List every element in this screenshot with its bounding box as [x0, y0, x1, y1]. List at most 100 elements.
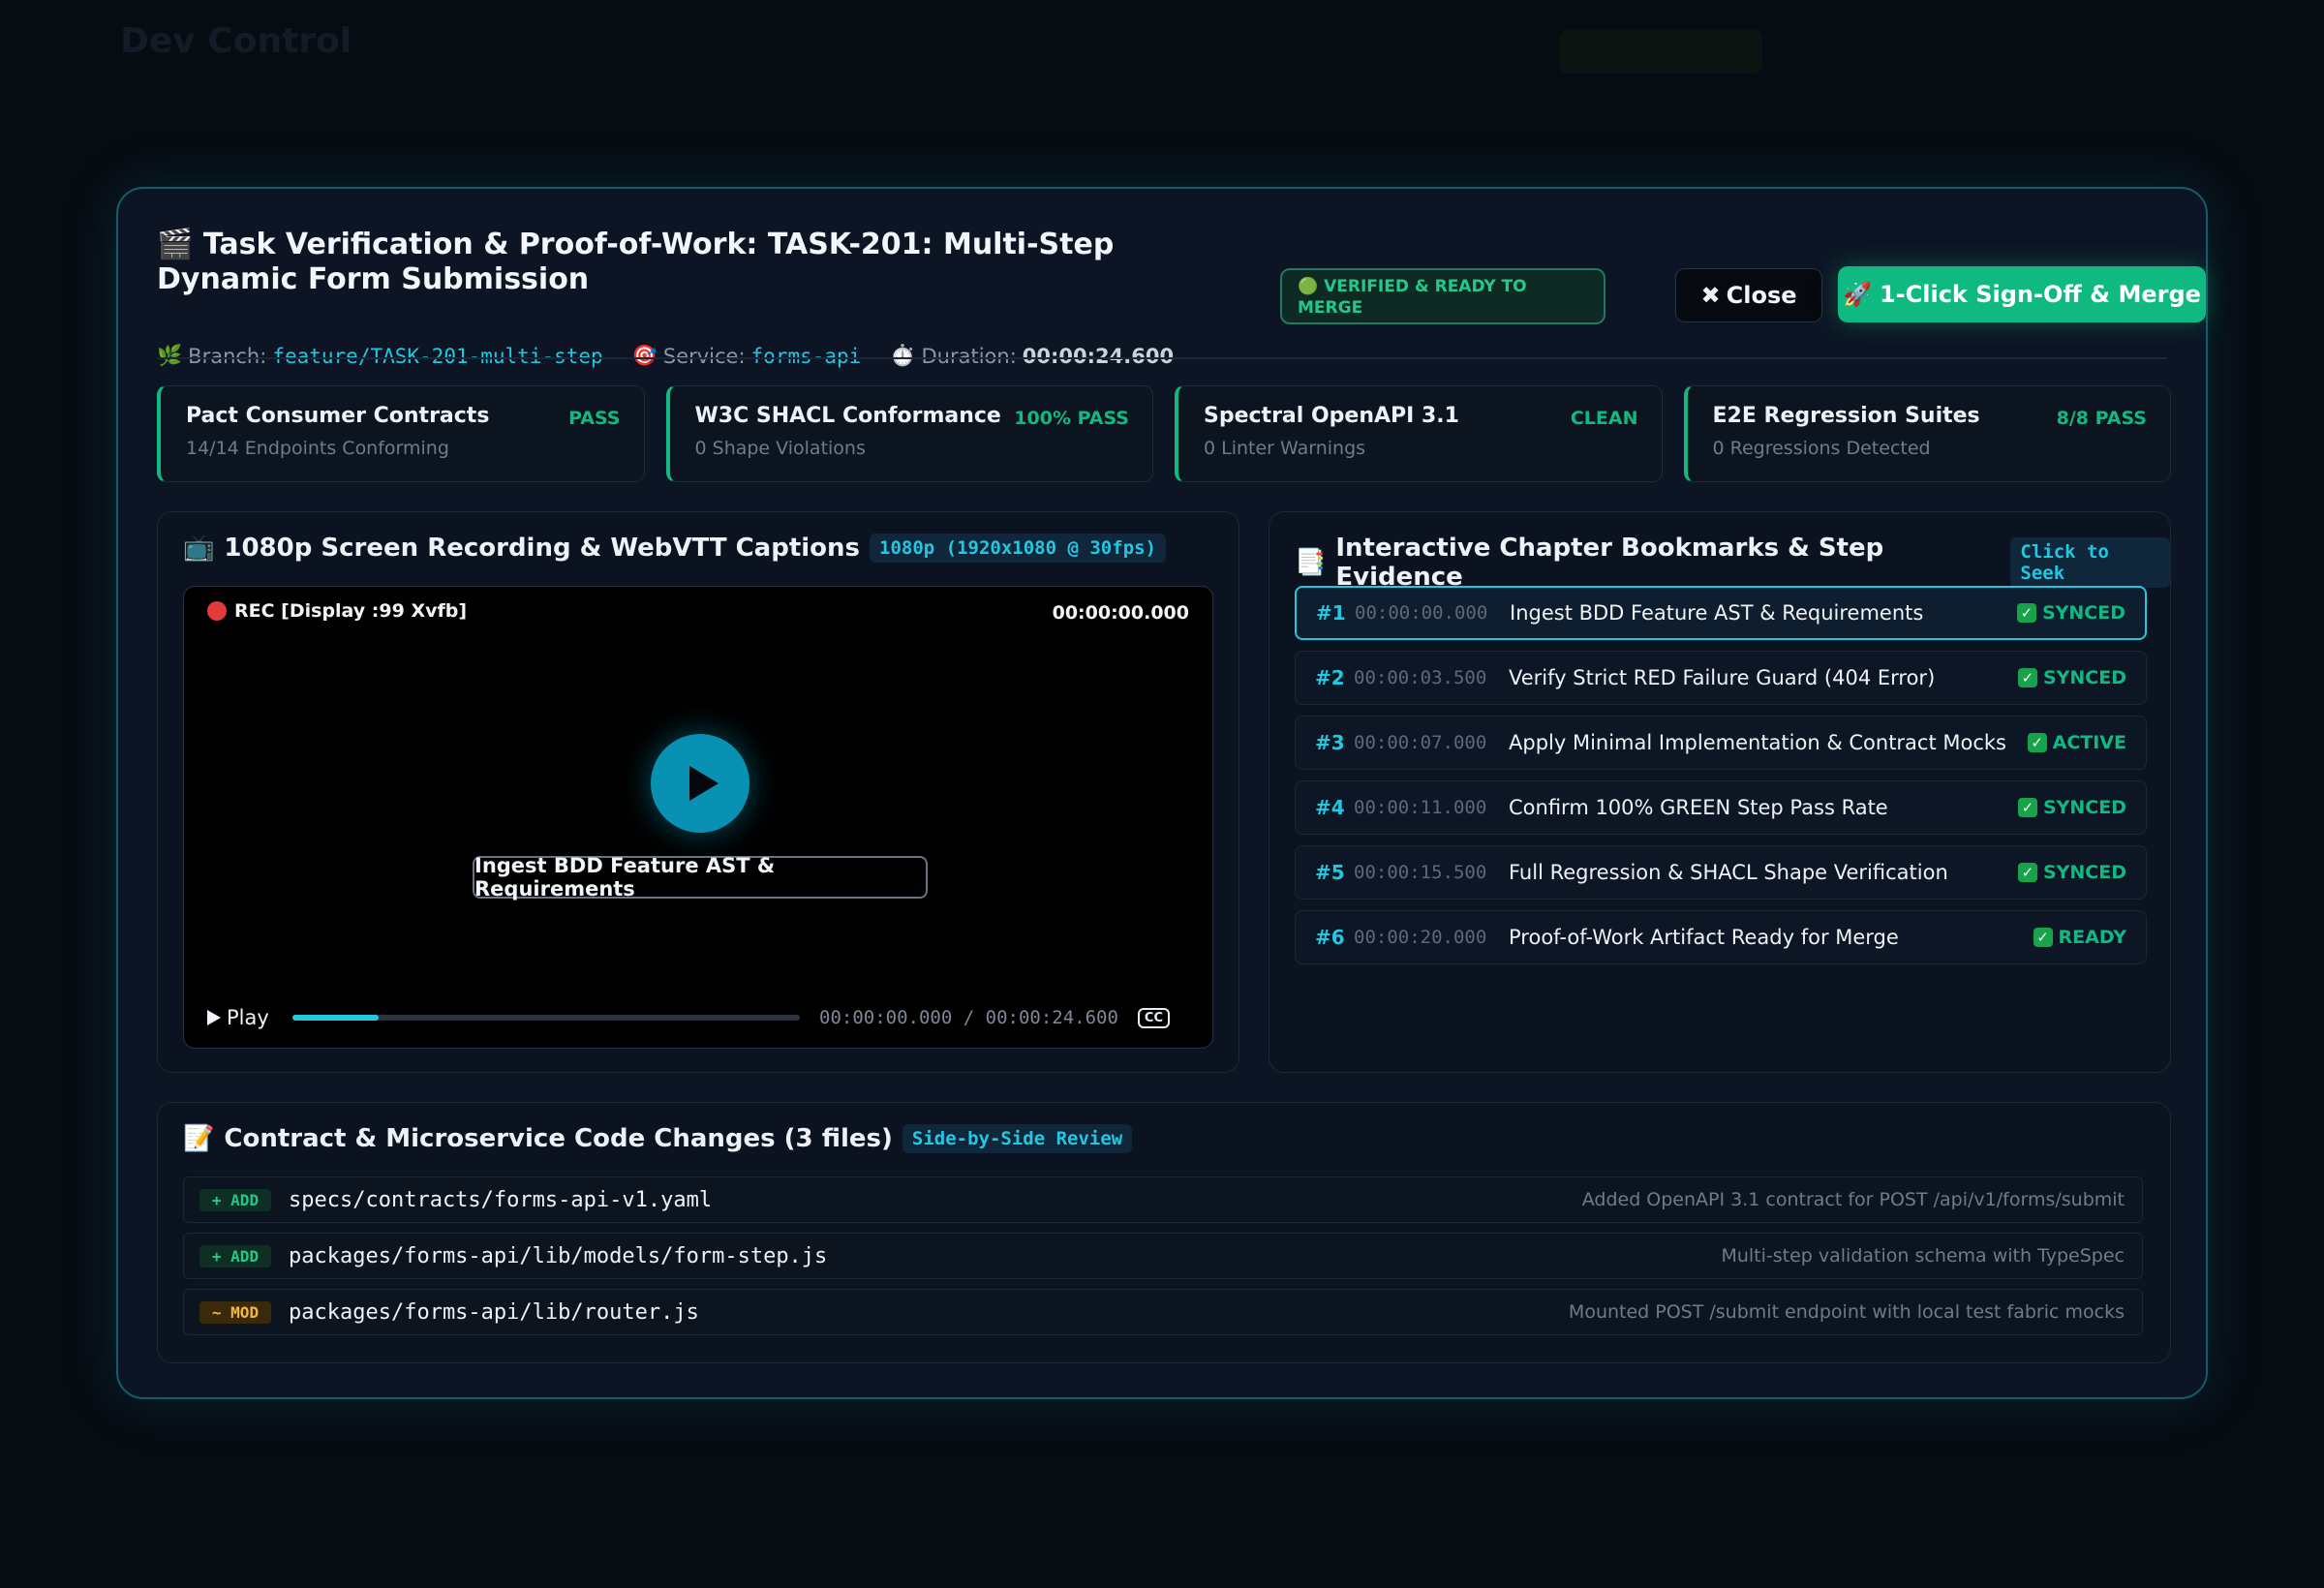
video-time-readout: 00:00:00.000 / 00:00:24.600 [819, 1007, 1118, 1028]
close-button-label: Close [1726, 282, 1797, 309]
chapter-status-label: SYNCED [2041, 602, 2125, 624]
file-row[interactable]: + ADD packages/forms-api/lib/models/form… [183, 1233, 2143, 1279]
merge-button-label: 1-Click Sign-Off & Merge [1879, 281, 2201, 308]
chapter-time: 00:00:03.500 [1354, 667, 1487, 688]
chapter-item[interactable]: #2 00:00:03.500 Verify Strict RED Failur… [1295, 651, 2147, 705]
chapter-number: #3 [1315, 731, 1345, 754]
check-summary: Pact Consumer Contracts PASS 14/14 Endpo… [157, 385, 2171, 482]
rec-indicator: REC [Display :99 Xvfb] [207, 600, 467, 622]
video-caption: Ingest BDD Feature AST & Requirements [473, 854, 928, 901]
modal-title-text: Task Verification & Proof-of-Work: TASK-… [157, 228, 1115, 296]
check-status: 8/8 PASS [2056, 408, 2147, 429]
file-path: packages/forms-api/lib/router.js [289, 1299, 699, 1325]
chapter-time: 00:00:20.000 [1354, 927, 1487, 948]
chapter-label: Full Regression & SHACL Shape Verificati… [1509, 861, 1948, 884]
check-status: PASS [568, 408, 621, 429]
seek-bar[interactable] [292, 1015, 800, 1021]
check-mark-icon: ✓ [2016, 603, 2036, 623]
check-mark-icon: ✓ [2027, 733, 2047, 752]
chapter-number: #2 [1315, 666, 1345, 689]
check-card-e2e: E2E Regression Suites 8/8 PASS 0 Regress… [1683, 385, 2171, 482]
duration-value: 00:00:24.600 [1022, 344, 1175, 368]
close-icon: ✖ [1700, 282, 1721, 309]
chapters-panel-title: Interactive Chapter Bookmarks & Step Evi… [1335, 534, 1884, 592]
chapter-status-label: ACTIVE [2052, 732, 2126, 753]
chapter-status: ✓ SYNCED [2017, 862, 2126, 883]
chapter-status: ✓ SYNCED [2017, 797, 2126, 818]
time-total: 00:00:24.600 [985, 1007, 1118, 1028]
check-detail: 14/14 Endpoints Conforming [186, 438, 449, 459]
modal-header: 🎬 Task Verification & Proof-of-Work: TAS… [157, 228, 2206, 368]
service-label: Service: [662, 344, 746, 368]
close-button[interactable]: ✖ Close [1675, 268, 1822, 322]
file-description: Added OpenAPI 3.1 contract for POST /api… [1581, 1189, 2125, 1210]
play-overlay-button[interactable] [651, 734, 749, 833]
chapter-status-label: SYNCED [2042, 667, 2126, 688]
chapter-status-label: READY [2058, 927, 2126, 948]
file-row[interactable]: ~ MOD packages/forms-api/lib/router.js M… [183, 1289, 2143, 1335]
status-badge-label: VERIFIED & READY TO MERGE [1298, 277, 1527, 318]
header-divider [157, 357, 2167, 359]
chapter-item[interactable]: #4 00:00:11.000 Confirm 100% GREEN Step … [1295, 780, 2147, 835]
click-to-seek-pill: Click to Seek [2010, 537, 2170, 588]
chapter-item[interactable]: #1 00:00:00.000 Ingest BDD Feature AST &… [1295, 586, 2147, 640]
verification-modal: 🎬 Task Verification & Proof-of-Work: TAS… [116, 187, 2208, 1399]
chapter-item[interactable]: #3 00:00:07.000 Apply Minimal Implementa… [1295, 716, 2147, 770]
memo-icon: 📝 [183, 1124, 215, 1153]
check-detail: 0 Shape Violations [694, 438, 866, 459]
chapter-status: ✓ SYNCED [2016, 602, 2125, 624]
task-meta: 🌿 Branch: feature/TASK-201-multi-step 🎯 … [157, 344, 1174, 368]
check-mark-icon: ✓ [2017, 798, 2037, 817]
rec-label: REC [Display :99 Xvfb] [234, 600, 468, 622]
file-description: Multi-step validation schema with TypeSp… [1721, 1245, 2125, 1267]
chapter-item[interactable]: #5 00:00:15.500 Full Regression & SHACL … [1295, 845, 2147, 900]
chapter-label: Apply Minimal Implementation & Contract … [1509, 731, 2006, 754]
green-dot-icon: 🟢 [1298, 277, 1319, 296]
play-button[interactable]: Play [207, 1006, 292, 1029]
target-icon: 🎯 [631, 344, 657, 367]
code-changes-panel: 📝 Contract & Microservice Code Changes (… [157, 1102, 2171, 1363]
record-dot-icon [207, 601, 227, 621]
rocket-icon: 🚀 [1843, 281, 1872, 308]
background-brand: Dev Control [120, 21, 352, 61]
code-changes-title: Contract & Microservice Code Changes (3 … [224, 1124, 893, 1153]
seek-bar-progress [292, 1015, 380, 1021]
recording-panel-title: 1080p Screen Recording & WebVTT Captions [224, 534, 861, 563]
time-current: 00:00:00.000 [819, 1007, 953, 1028]
clapper-icon: 🎬 [157, 228, 194, 261]
check-name: Pact Consumer Contracts [186, 404, 490, 428]
stopwatch-icon: ⏱️ [890, 344, 916, 367]
video-controls: Play 00:00:00.000 / 00:00:24.600 CC [207, 1003, 1191, 1032]
chapter-item[interactable]: #6 00:00:20.000 Proof-of-Work Artifact R… [1295, 910, 2147, 964]
captions-toggle[interactable]: CC [1137, 1007, 1171, 1028]
chapter-time: 00:00:11.000 [1354, 797, 1487, 818]
check-mark-icon: ✓ [2033, 928, 2053, 947]
file-row[interactable]: + ADD specs/contracts/forms-api-v1.yaml … [183, 1176, 2143, 1223]
play-small-icon [207, 1010, 221, 1025]
chapter-status: ✓ SYNCED [2017, 667, 2126, 688]
bookmark-tabs-icon: 📑 [1295, 548, 1327, 577]
chapter-time: 00:00:07.000 [1354, 732, 1487, 753]
chapters-panel-header: 📑 Interactive Chapter Bookmarks & Step E… [1295, 534, 2170, 592]
video-player[interactable]: REC [Display :99 Xvfb] 00:00:00.000 Inge… [183, 586, 1213, 1049]
side-by-side-pill: Side-by-Side Review [902, 1124, 1133, 1153]
play-button-label: Play [227, 1006, 269, 1029]
modal-title: 🎬 Task Verification & Proof-of-Work: TAS… [157, 228, 1222, 297]
duration-meta: ⏱️ Duration: 00:00:24.600 [890, 344, 1174, 368]
video-timecode: 00:00:00.000 [1052, 602, 1189, 624]
time-separator: / [963, 1007, 975, 1028]
file-change-tag: + ADD [199, 1244, 271, 1267]
file-path: specs/contracts/forms-api-v1.yaml [289, 1187, 713, 1212]
recording-panel: 📺 1080p Screen Recording & WebVTT Captio… [157, 511, 1239, 1073]
file-change-tag: + ADD [199, 1188, 271, 1211]
play-icon [689, 766, 719, 801]
sign-off-merge-button[interactable]: 🚀 1-Click Sign-Off & Merge [1838, 266, 2206, 322]
file-description: Mounted POST /submit endpoint with local… [1568, 1301, 2125, 1323]
branch-value: feature/TASK-201-multi-step [272, 344, 603, 368]
leaf-icon: 🌿 [157, 344, 183, 367]
check-detail: 0 Regressions Detected [1712, 438, 1931, 459]
file-path: packages/forms-api/lib/models/form-step.… [289, 1243, 828, 1268]
recording-panel-header: 📺 1080p Screen Recording & WebVTT Captio… [183, 534, 1167, 563]
file-change-tag: ~ MOD [199, 1300, 271, 1324]
chapters-panel: 📑 Interactive Chapter Bookmarks & Step E… [1269, 511, 2171, 1073]
